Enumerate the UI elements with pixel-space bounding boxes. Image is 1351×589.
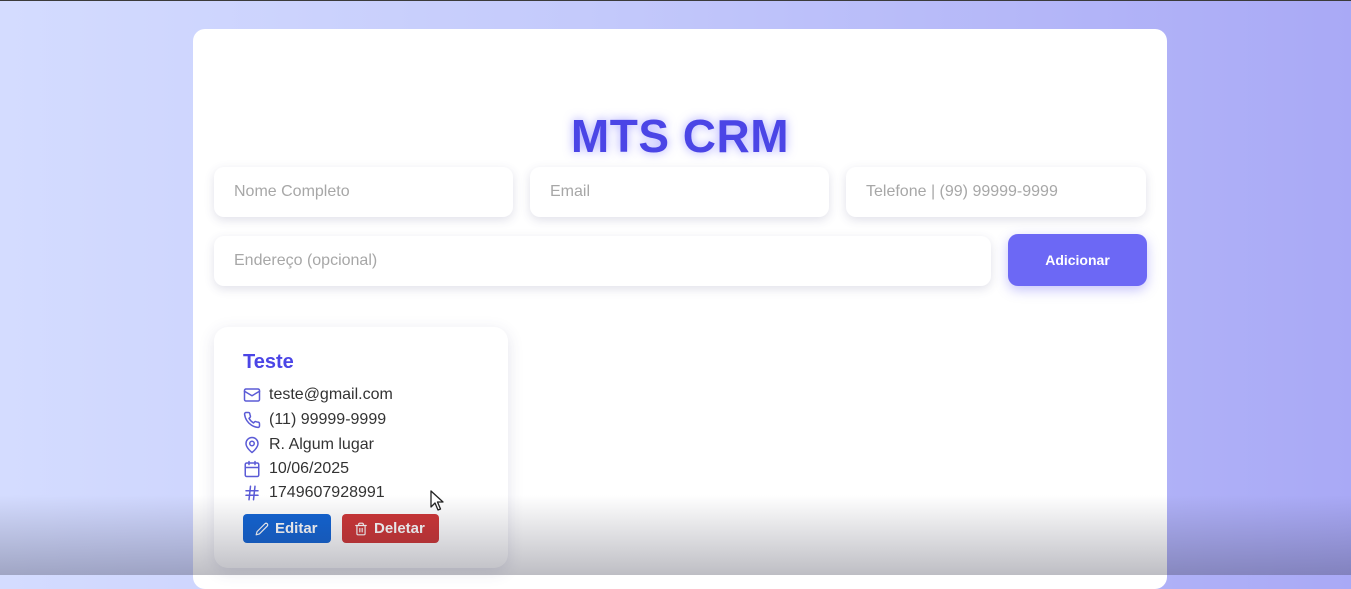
- contact-address: R. Algum lugar: [269, 436, 374, 453]
- edit-button-label: Editar: [275, 520, 318, 537]
- add-contact-button[interactable]: Adicionar: [1008, 234, 1147, 286]
- contact-card: Teste teste@gmail.com (11) 99999-9999 R.…: [214, 327, 508, 568]
- contact-email: teste@gmail.com: [269, 386, 393, 403]
- address-input[interactable]: [214, 236, 991, 286]
- phone-input[interactable]: [846, 167, 1146, 217]
- page-title: MTS CRM: [570, 110, 790, 162]
- contact-phone-row: (11) 99999-9999: [243, 409, 386, 431]
- contact-id-row: 1749607928991: [243, 482, 385, 504]
- contact-date-row: 10/06/2025: [243, 458, 349, 480]
- mail-icon: [243, 388, 261, 402]
- window-top-border: [0, 0, 1351, 1]
- delete-button-label: Deletar: [374, 520, 425, 537]
- crm-panel: MTS CRM Adicionar Teste teste@gmail.com …: [193, 29, 1167, 589]
- delete-button[interactable]: Deletar: [342, 514, 439, 543]
- phone-icon: [243, 411, 261, 429]
- pencil-icon: [255, 522, 269, 535]
- calendar-icon: [244, 460, 260, 478]
- contact-phone: (11) 99999-9999: [269, 411, 387, 428]
- map-pin-icon: [245, 436, 259, 454]
- hash-icon: [245, 485, 259, 501]
- contact-email-row: teste@gmail.com: [243, 384, 393, 406]
- contact-name: Teste: [243, 351, 294, 373]
- contact-id: 1749607928991: [269, 484, 385, 501]
- contact-date: 10/06/2025: [269, 460, 350, 477]
- mouse-cursor-icon: [430, 490, 444, 511]
- edit-button[interactable]: Editar: [243, 514, 331, 543]
- email-input[interactable]: [530, 167, 829, 217]
- contact-address-row: R. Algum lugar: [243, 434, 374, 456]
- trash-icon: [355, 522, 367, 535]
- card-actions: Editar Deletar: [243, 514, 439, 543]
- name-input[interactable]: [214, 167, 513, 217]
